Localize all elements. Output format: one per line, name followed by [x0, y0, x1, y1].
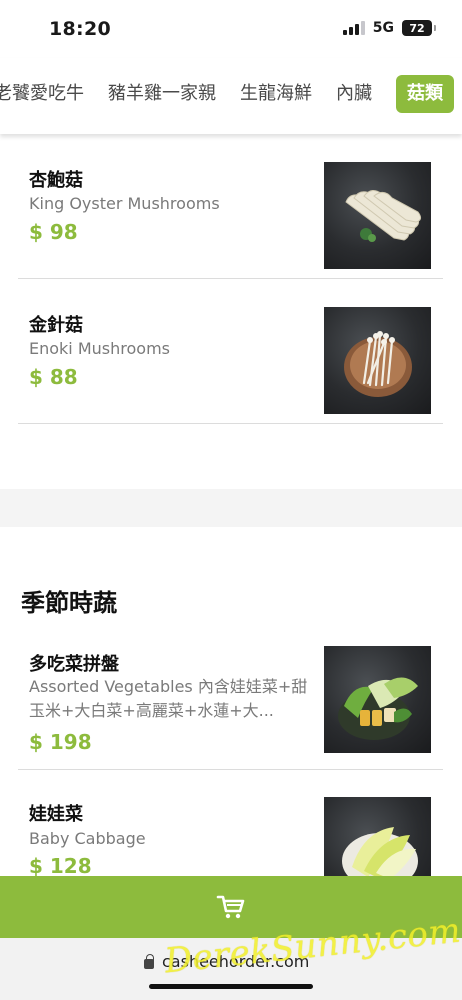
battery-icon: 72 [402, 20, 436, 36]
assorted-vegetables-image[interactable] [324, 646, 431, 753]
tab-seafood[interactable]: 生龍海鮮 [240, 75, 312, 113]
item-english-name: Enoki Mushrooms [29, 339, 170, 358]
item-name: 多吃菜拼盤 [29, 654, 119, 675]
section-title: 季節時蔬 [21, 589, 117, 617]
item-price: $ 128 [29, 854, 92, 878]
item-english-name: Assorted Vegetables 內含娃娃菜+甜玉米+大白菜+高麗菜+水蓮… [29, 677, 308, 720]
tab-mushrooms[interactable]: 菇類 [396, 75, 454, 113]
enoki-mushroom-image[interactable] [324, 307, 431, 414]
tab-offal[interactable]: 內臟 [336, 75, 372, 113]
item-name: 娃娃菜 [29, 804, 83, 825]
item-name: 金針菇 [29, 315, 83, 336]
item-english-name: Baby Cabbage [29, 829, 146, 848]
tab-pork-lamb-chicken[interactable]: 豬羊雞一家親 [108, 75, 216, 113]
king-oyster-mushroom-image[interactable] [324, 162, 431, 269]
shopping-cart-icon [216, 895, 245, 919]
status-indicators: 5G 72 [342, 20, 436, 36]
status-bar: 18:20 5G 72 [0, 0, 462, 58]
item-name: 杏鮑菇 [29, 170, 83, 191]
home-indicator[interactable] [149, 984, 313, 989]
tab-beef[interactable]: 老饕愛吃牛 [0, 75, 84, 113]
menu-item[interactable]: 多吃菜拼盤 Assorted Vegetables 內含娃娃菜+甜玉米+大白菜+… [18, 625, 443, 770]
item-price: $ 98 [29, 220, 78, 244]
status-time: 18:20 [49, 18, 111, 40]
item-price: $ 88 [29, 365, 78, 389]
category-tabs: 老饕愛吃牛 豬羊雞一家親 生龍海鮮 內臟 菇類 [0, 58, 462, 134]
item-price: $ 198 [29, 730, 92, 754]
item-english-name: King Oyster Mushrooms [29, 194, 220, 213]
section-divider [0, 489, 462, 527]
cellular-signal-icon [342, 21, 365, 35]
battery-level: 72 [409, 21, 425, 35]
menu-item[interactable]: 杏鮑菇 King Oyster Mushrooms $ 98 [18, 134, 443, 279]
lock-icon [144, 953, 154, 969]
menu-item[interactable]: 金針菇 Enoki Mushrooms $ 88 [18, 279, 443, 424]
category-tabs-track: 老饕愛吃牛 豬羊雞一家親 生龍海鮮 內臟 菇類 [0, 75, 454, 113]
network-type: 5G [372, 20, 394, 36]
